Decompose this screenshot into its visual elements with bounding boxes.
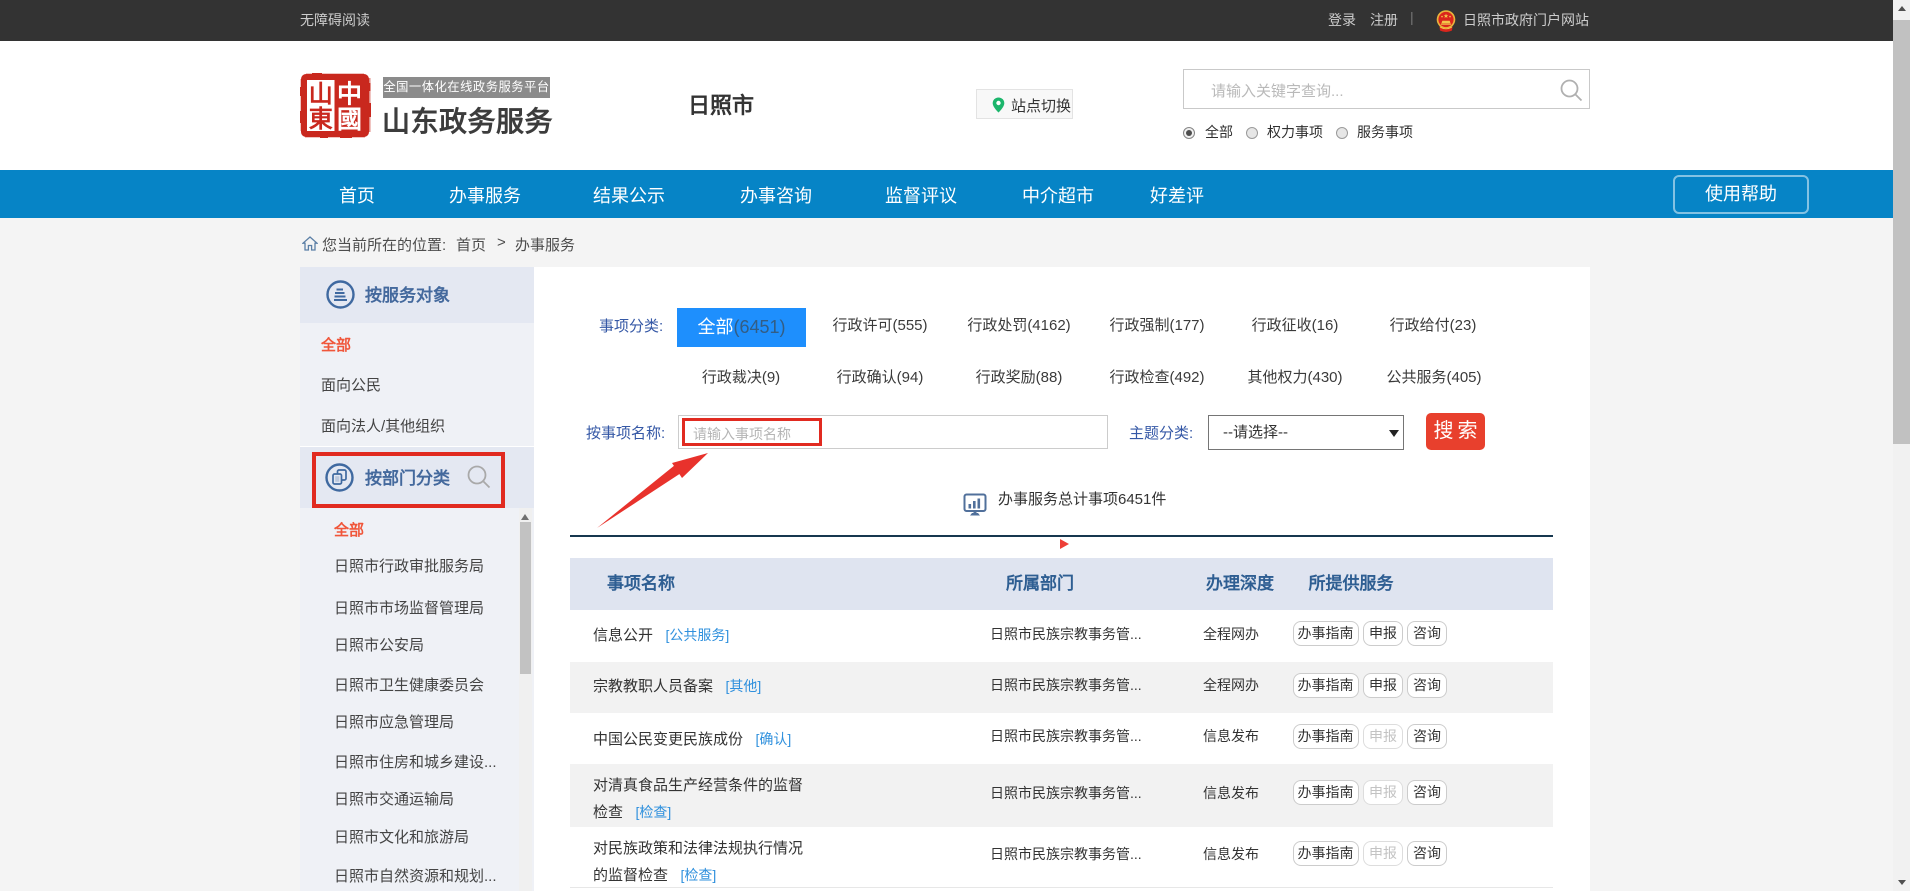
svg-text:中: 中 xyxy=(337,81,362,109)
svg-text:山: 山 xyxy=(309,81,333,108)
svg-text:東: 東 xyxy=(309,106,333,133)
svg-text:國: 國 xyxy=(337,107,362,134)
